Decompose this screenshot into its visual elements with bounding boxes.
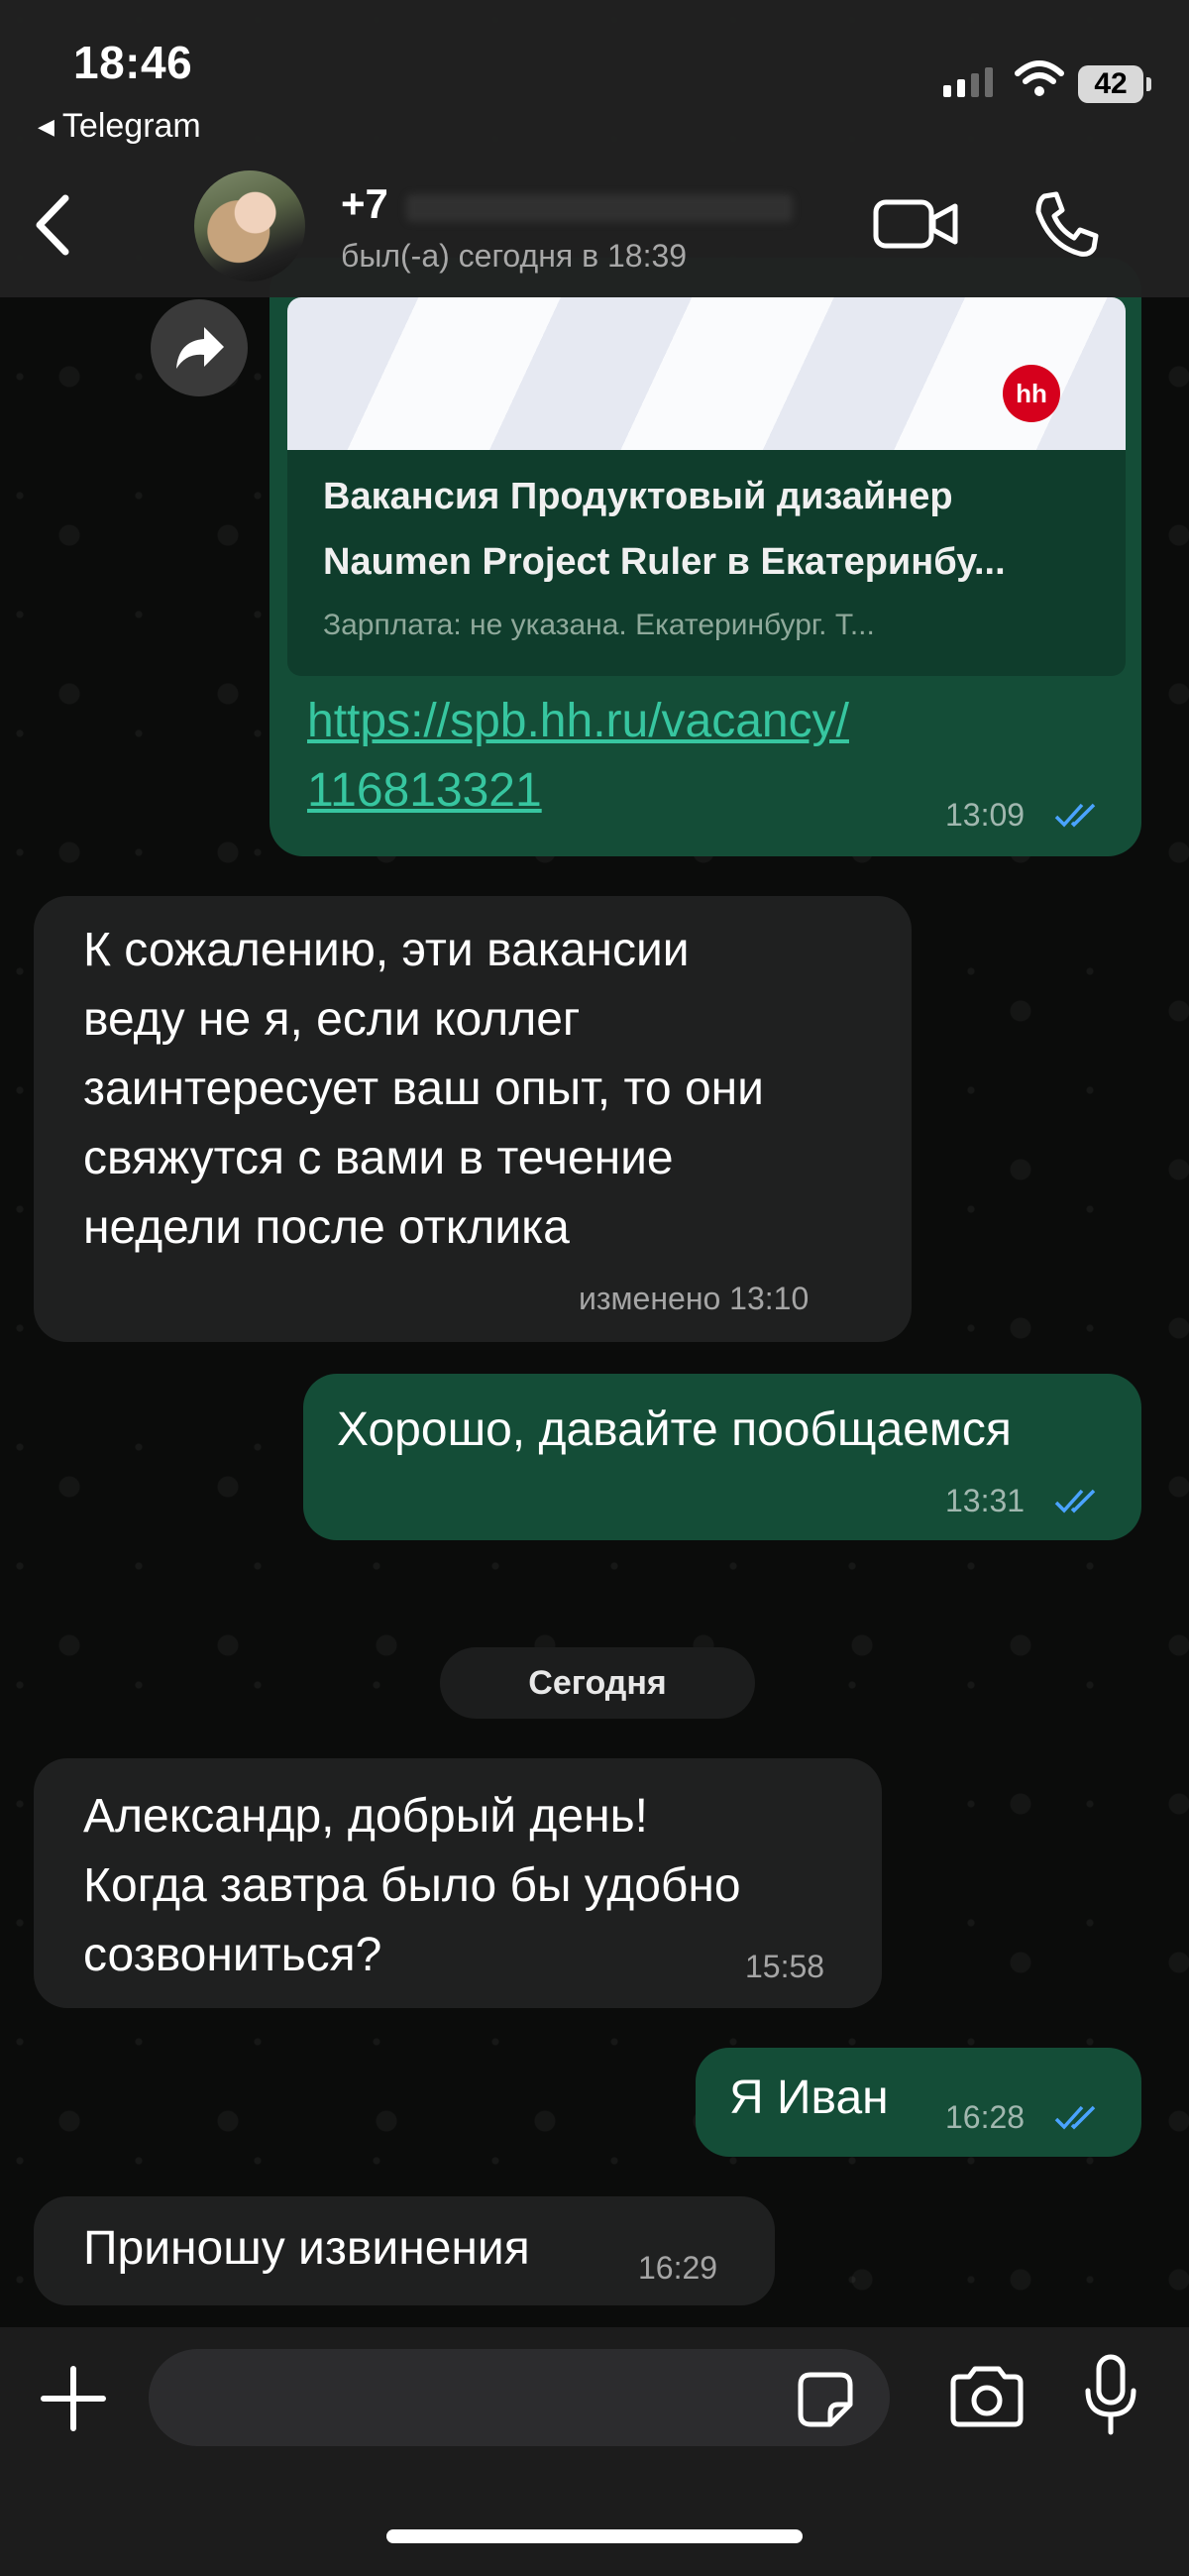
back-app-label: Telegram [61,107,201,145]
message-time: 16:29 [638,2250,718,2286]
link-preview-image [287,297,1126,450]
home-indicator[interactable] [386,2529,803,2543]
message-time: 16:28 [945,2099,1026,2135]
redacted-phone [406,194,793,222]
link-preview-title-line1: Вакансия Продуктовый дизайнер [323,476,953,517]
chat-header: 18:46 ◀ Telegram 42 +7 был(-а) сегодня в… [0,0,1189,297]
cell-signal-icon [943,67,993,97]
forward-icon [176,327,224,369]
wifi-icon [1015,60,1064,96]
back-triangle-icon: ◀ [38,113,54,139]
battery-indicator: 42 [1078,65,1143,103]
date-separator: Сегодня [440,1647,755,1719]
contact-last-seen: был(-а) сегодня в 18:39 [341,238,688,274]
camera-icon[interactable] [947,2363,1027,2430]
battery-nub [1146,77,1151,91]
sticker-icon[interactable] [793,2367,858,2432]
status-time: 18:46 [73,37,193,88]
message-time: 13:09 [945,797,1026,833]
forward-button[interactable] [151,299,248,396]
link-preview-title-line2: Naumen Project Ruler в Екатеринбу... [323,541,1006,583]
back-to-app-link[interactable]: ◀ Telegram [38,107,201,146]
microphone-icon[interactable] [1082,2353,1139,2438]
message-text-line: веду не я, если коллег [83,993,581,1046]
vacancy-link-line2[interactable]: 116813321 [307,763,542,818]
message-text-line: Когда завтра было бы удобно [83,1859,741,1912]
message-time: изменено 13:10 [579,1281,810,1316]
message-text-line: созвониться? [83,1929,382,1981]
back-chevron-icon[interactable] [24,190,83,260]
read-ticks-icon [1054,803,1096,828]
message-text-line: свяжутся с вами в течение [83,1132,674,1184]
link-preview-description: Зарплата: не указана. Екатеринбург. Т... [323,609,875,641]
message-text: Хорошо, давайте пообщаемся [337,1403,1012,1456]
message-text-line: недели после отклика [83,1201,570,1254]
message-time: 13:31 [945,1483,1026,1518]
read-ticks-icon [1054,1489,1096,1513]
message-text-line: Александр, добрый день! [83,1790,648,1843]
message-text-line: заинтересует ваш опыт, то они [83,1063,764,1115]
plus-icon[interactable] [40,2365,107,2432]
message-input[interactable] [149,2349,890,2446]
read-ticks-icon [1054,2105,1096,2130]
phone-icon[interactable] [1030,188,1104,262]
link-preview-card[interactable]: hh Вакансия Продуктовый дизайнер Naumen … [287,297,1126,676]
message-text: Я Иван [729,2072,889,2124]
contact-avatar[interactable] [194,170,305,281]
hh-logo: hh [1003,365,1060,422]
message-text: Приношу извинения [83,2222,530,2275]
vacancy-link-line1[interactable]: https://spb.hh.ru/vacancy/ [307,694,849,748]
message-time: 15:58 [745,1949,825,1984]
contact-name[interactable]: +7 [341,180,388,228]
video-call-icon[interactable] [872,194,961,254]
message-text-line: К сожалению, эти вакансии [83,924,690,976]
